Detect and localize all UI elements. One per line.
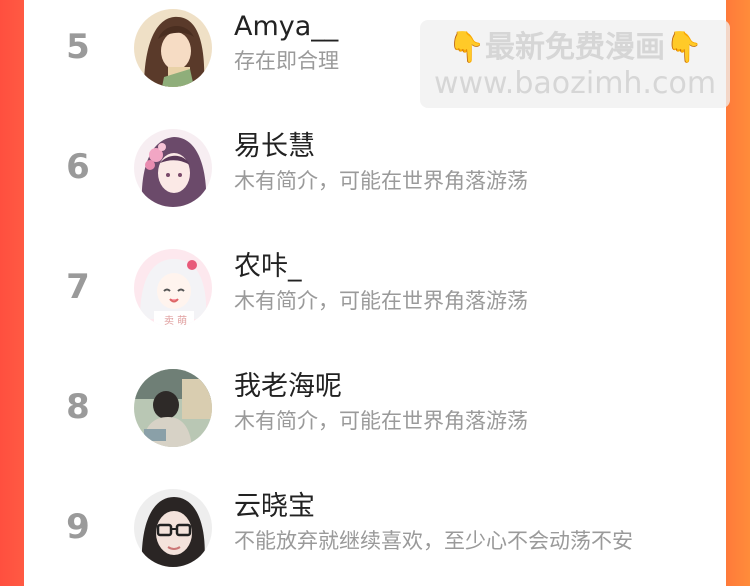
- user-bio: 不能放弃就继续喜欢，至少心不会动荡不安: [234, 529, 633, 553]
- user-bio: 木有简介，可能在世界角落游荡: [234, 169, 528, 193]
- pointing-down-hand-icon: 👇: [447, 30, 485, 65]
- rank-number: 9: [66, 507, 90, 547]
- list-item[interactable]: 9 云晓宝 不能放弃就继续喜欢，至少心不会动荡不安: [24, 470, 726, 586]
- user-name[interactable]: 易长慧: [234, 130, 315, 164]
- user-bio: 木有简介，可能在世界角落游荡: [234, 409, 528, 433]
- rank-number: 6: [66, 147, 90, 187]
- list-item[interactable]: 7 卖 萌 农咔_ 木有简介，可能在世界角落游荡: [24, 230, 726, 350]
- avatar-photo-person-icon[interactable]: [134, 369, 212, 447]
- avatar-anime-girl-flowers-icon[interactable]: [134, 129, 212, 207]
- list-item[interactable]: 8 我老海呢 木有简介，可能在世界角落游荡: [24, 350, 726, 470]
- svg-text:卖 萌: 卖 萌: [164, 314, 187, 327]
- user-bio: 木有简介，可能在世界角落游荡: [234, 289, 528, 313]
- rank-number: 5: [66, 27, 90, 67]
- avatar-photo-glasses-icon[interactable]: [134, 489, 212, 567]
- watermark-overlay: 👇最新免费漫画👇 www.baozimh.com: [420, 20, 730, 108]
- user-name[interactable]: 云晓宝: [234, 490, 315, 524]
- user-name[interactable]: 我老海呢: [234, 370, 342, 404]
- avatar-anime-girl-white-hair-icon[interactable]: 卖 萌: [134, 249, 212, 327]
- rank-number: 8: [66, 387, 90, 427]
- watermark-title-text: 最新免费漫画: [485, 30, 665, 65]
- watermark-url: www.baozimh.com: [433, 66, 717, 101]
- avatar-anime-man-icon[interactable]: [134, 9, 212, 87]
- rank-number: 7: [66, 267, 90, 307]
- user-name[interactable]: 农咔_: [234, 250, 302, 284]
- watermark-title: 👇最新免费漫画👇: [420, 30, 730, 66]
- pointing-down-hand-icon: 👇: [665, 30, 703, 65]
- user-bio: 存在即合理: [234, 49, 339, 73]
- user-name[interactable]: Amya__: [234, 10, 338, 44]
- list-item[interactable]: 6 易长慧 木有简介，可能在世界角落游荡: [24, 110, 726, 230]
